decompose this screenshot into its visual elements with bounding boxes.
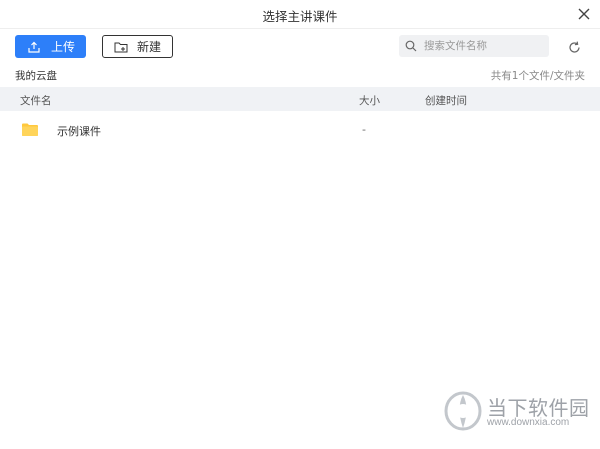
title-bar: 选择主讲课件 [0, 0, 600, 29]
folder-icon [22, 123, 38, 136]
new-folder-button[interactable]: 新建 [102, 35, 173, 58]
search-box[interactable] [399, 35, 549, 57]
select-courseware-dialog: 选择主讲课件 上传 新建 搜索文件名称 我的云盘 共有1个文件/文件夹 文件名 … [0, 0, 600, 449]
new-folder-icon [114, 41, 128, 53]
search-icon [405, 40, 417, 52]
upload-icon [28, 41, 40, 53]
table-header: 文件名 大小 创建时间 [0, 87, 600, 111]
column-header-name[interactable]: 文件名 [20, 93, 52, 108]
close-icon[interactable] [576, 6, 592, 22]
column-header-size[interactable]: 大小 [359, 93, 380, 108]
dialog-title: 选择主讲课件 [262, 9, 338, 24]
table-row[interactable]: 示例课件 - [0, 117, 600, 143]
file-name: 示例课件 [57, 125, 101, 138]
upload-button[interactable]: 上传 [15, 35, 86, 58]
item-count: 共有1个文件/文件夹 [490, 70, 585, 82]
breadcrumb[interactable]: 我的云盘 [15, 68, 57, 83]
watermark: 当下软件园 www.downxia.com [443, 388, 593, 436]
file-size: - [362, 123, 366, 136]
upload-button-label: 上传 [51, 40, 76, 54]
watermark-logo-icon [444, 391, 482, 431]
search-input[interactable] [424, 40, 544, 52]
new-button-label: 新建 [137, 40, 162, 54]
watermark-url: www.downxia.com [487, 417, 570, 428]
refresh-icon[interactable] [568, 41, 581, 54]
column-header-created[interactable]: 创建时间 [425, 93, 467, 108]
